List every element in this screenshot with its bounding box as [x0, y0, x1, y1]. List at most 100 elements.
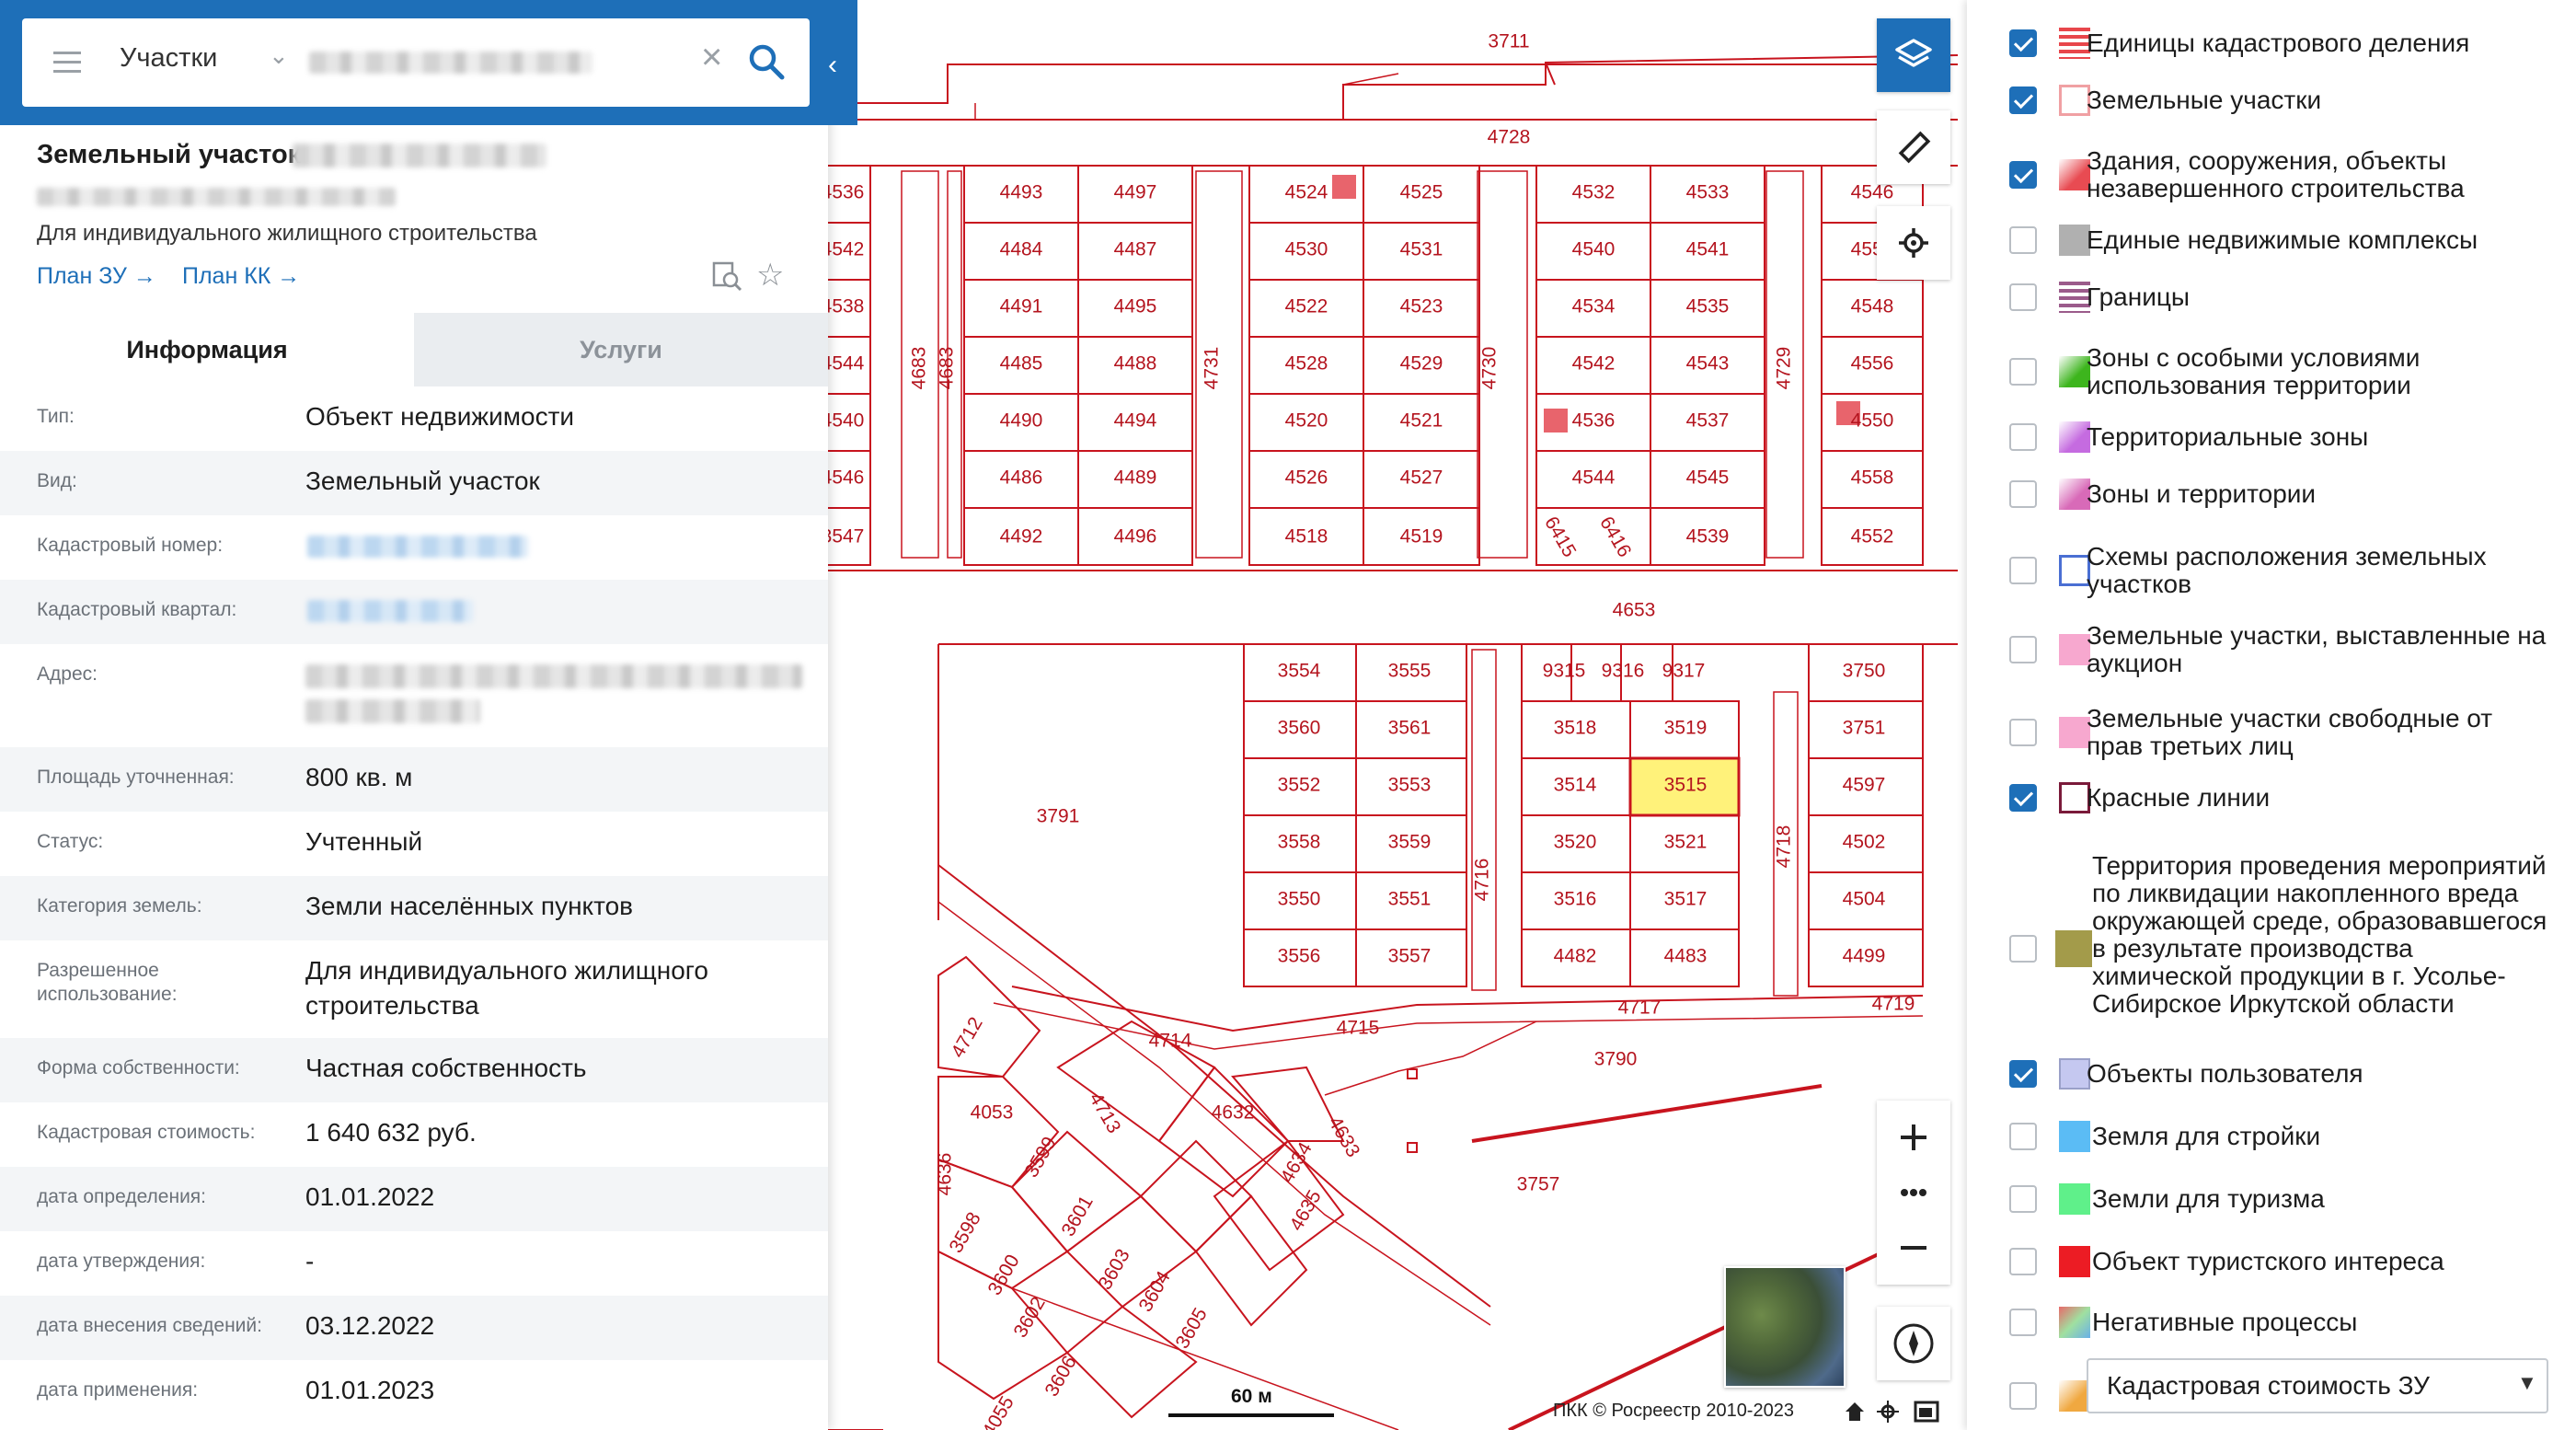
layer-checkbox[interactable] — [2009, 29, 2037, 57]
parcel-number-label: 4731 — [1202, 347, 1223, 390]
layer-checkbox[interactable] — [2009, 557, 2037, 584]
lane[interactable] — [1471, 649, 1497, 991]
parcel-number-label: 3555 — [1388, 661, 1432, 682]
layer-checkbox[interactable] — [2009, 423, 2037, 451]
layer-checkbox[interactable] — [2009, 719, 2037, 746]
layer-checkbox[interactable] — [2009, 1382, 2037, 1410]
layer-name: Земельные участки — [2087, 86, 2322, 114]
properties-list: Тип: Объект недвижимости Вид: Земельный уча… — [0, 386, 828, 1424]
layer-item[interactable]: Здания, сооружения, объекты незавершенно… — [1967, 147, 2576, 202]
parcel-number-label: 4716 — [1472, 859, 1493, 902]
layer-item[interactable]: Земельные участки — [1967, 85, 2576, 116]
more-button[interactable] — [1877, 1174, 1950, 1211]
property-key: Вид: — [37, 470, 77, 491]
layer-checkbox[interactable] — [2009, 226, 2037, 254]
parcel-number-label: 3791 — [1037, 806, 1080, 827]
plan-zu-link[interactable]: План ЗУ → — [37, 263, 156, 290]
zoom-in-button[interactable] — [1877, 1101, 1950, 1174]
layer-name: Земли для туризма — [2092, 1184, 2325, 1213]
layer-checkbox[interactable] — [2009, 480, 2037, 508]
layer-item[interactable]: Зоны с особыми условиями использования т… — [1967, 344, 2576, 399]
layer-item[interactable]: Красные линии — [1967, 782, 2576, 813]
layer-item[interactable]: Схемы расположения земельных участков — [1967, 543, 2576, 598]
layer-name: Территория проведения мероприятий по лик… — [2092, 851, 2547, 1018]
parcel-number-label: 3598 — [946, 1209, 985, 1257]
crosshair-icon[interactable] — [1877, 1401, 1899, 1423]
layer-item[interactable]: Границы — [1967, 282, 2576, 313]
locate-icon — [1899, 228, 1928, 258]
layer-item[interactable]: Объекты пользователя — [1967, 1058, 2576, 1090]
layer-swatch-icon — [2059, 356, 2090, 387]
layer-item[interactable]: Земля для стройки — [1967, 1121, 2576, 1152]
layer-checkbox[interactable] — [2009, 1185, 2037, 1213]
layer-item[interactable]: Негативные процессы — [1967, 1307, 2576, 1338]
property-value: 03.12.2022 — [305, 1311, 435, 1340]
locate-button[interactable] — [1877, 206, 1950, 280]
parcel-number-label: 4715 — [1337, 1018, 1380, 1039]
property-key: Разрешенное использование: — [37, 960, 178, 1005]
parcel-number-label: 4493 — [1000, 182, 1043, 203]
layer-checkbox[interactable] — [2009, 636, 2037, 663]
redacted-link[interactable] — [307, 536, 528, 558]
zoom-out-button[interactable] — [1877, 1211, 1950, 1285]
layer-checkbox[interactable] — [2009, 784, 2037, 812]
parcel-number-label: 3560 — [1278, 718, 1321, 739]
parcel-number-label: 3602 — [1010, 1294, 1050, 1342]
layer-checkbox[interactable] — [2009, 1309, 2037, 1336]
menu-icon[interactable] — [53, 52, 81, 54]
cost-layer-select[interactable]: Кадастровая стоимость ЗУ ▼ — [2087, 1358, 2548, 1413]
screen-icon[interactable] — [1914, 1401, 1939, 1423]
layer-item[interactable]: Земельные участки свободные от прав трет… — [1967, 705, 2576, 760]
layer-item[interactable]: Территория проведения мероприятий по лик… — [1967, 852, 2576, 1045]
layers-panel: Единицы кадастрового деления Земельные уч… — [1967, 0, 2576, 1430]
layer-item[interactable]: Земельные участки, выставленные на аукци… — [1967, 622, 2576, 677]
parcel-number-label: 4502 — [1843, 832, 1886, 853]
parcel-boundary — [1342, 73, 1399, 86]
compass-button[interactable] — [1877, 1307, 1950, 1380]
layer-checkbox[interactable] — [2009, 358, 2037, 386]
building-marker[interactable] — [1332, 175, 1356, 199]
clear-icon[interactable]: × — [701, 39, 722, 75]
layer-item[interactable]: Объект туристского интереса — [1967, 1246, 2576, 1277]
parcel-number-label: 4538 — [828, 296, 864, 317]
tab-information[interactable]: Информация — [0, 313, 414, 386]
search-icon[interactable] — [743, 39, 789, 85]
layer-item[interactable]: Единые недвижимые комплексы — [1967, 225, 2576, 256]
satellite-basemap-toggle[interactable] — [1724, 1266, 1846, 1388]
measure-button[interactable] — [1877, 110, 1950, 184]
layers-button[interactable] — [1877, 18, 1950, 92]
layer-item[interactable]: Единицы кадастрового деления — [1967, 28, 2576, 59]
building-marker[interactable] — [1544, 409, 1568, 432]
layer-name: Территориальные зоны — [2087, 422, 2369, 451]
search-type-select[interactable]: Участки — [120, 43, 217, 74]
parcel-number-label: 4712 — [948, 1014, 987, 1062]
layer-item[interactable]: Земли для туризма — [1967, 1183, 2576, 1215]
search-input[interactable] — [309, 52, 592, 74]
layer-name: Единые недвижимые комплексы — [2087, 225, 2478, 254]
find-on-map-icon[interactable] — [710, 259, 743, 293]
parcel-number-label: 3599 — [1021, 1134, 1061, 1182]
property-key: Кадастровая стоимость: — [37, 1122, 256, 1143]
cadastral-map[interactable]: 3711 4728 4536 4493 4497 4524 4525 4532 4533 4546… — [828, 0, 1958, 1430]
redacted-link[interactable] — [307, 600, 473, 622]
layer-checkbox[interactable] — [2009, 1248, 2037, 1275]
plan-kk-link[interactable]: План КК → — [182, 263, 300, 290]
info-tabs: Информация Услуги — [0, 313, 828, 386]
collapse-panel-icon[interactable]: ‹ — [828, 50, 837, 81]
chevron-down-icon[interactable]: ⌄ — [269, 41, 289, 70]
home-icon[interactable] — [1846, 1402, 1864, 1421]
tab-services[interactable]: Услуги — [414, 313, 828, 386]
layer-checkbox[interactable] — [2009, 161, 2037, 189]
layer-checkbox[interactable] — [2009, 1060, 2037, 1088]
favorite-star-icon[interactable]: ☆ — [756, 259, 784, 291]
layer-checkbox[interactable] — [2009, 935, 2037, 963]
layer-item[interactable]: Территориальные зоны — [1967, 421, 2576, 453]
layer-checkbox[interactable] — [2009, 283, 2037, 311]
layer-checkbox[interactable] — [2009, 1123, 2037, 1150]
layer-checkbox[interactable] — [2009, 86, 2037, 114]
ruler-icon — [1898, 131, 1931, 164]
layer-item[interactable]: Зоны и территории — [1967, 479, 2576, 510]
map-canvas[interactable]: 3711 4728 4536 4493 4497 4524 4525 4532 4533 4546… — [828, 0, 1958, 1430]
parcel-number-label: 6416 — [1595, 513, 1635, 561]
property-key: Статус: — [37, 831, 104, 852]
